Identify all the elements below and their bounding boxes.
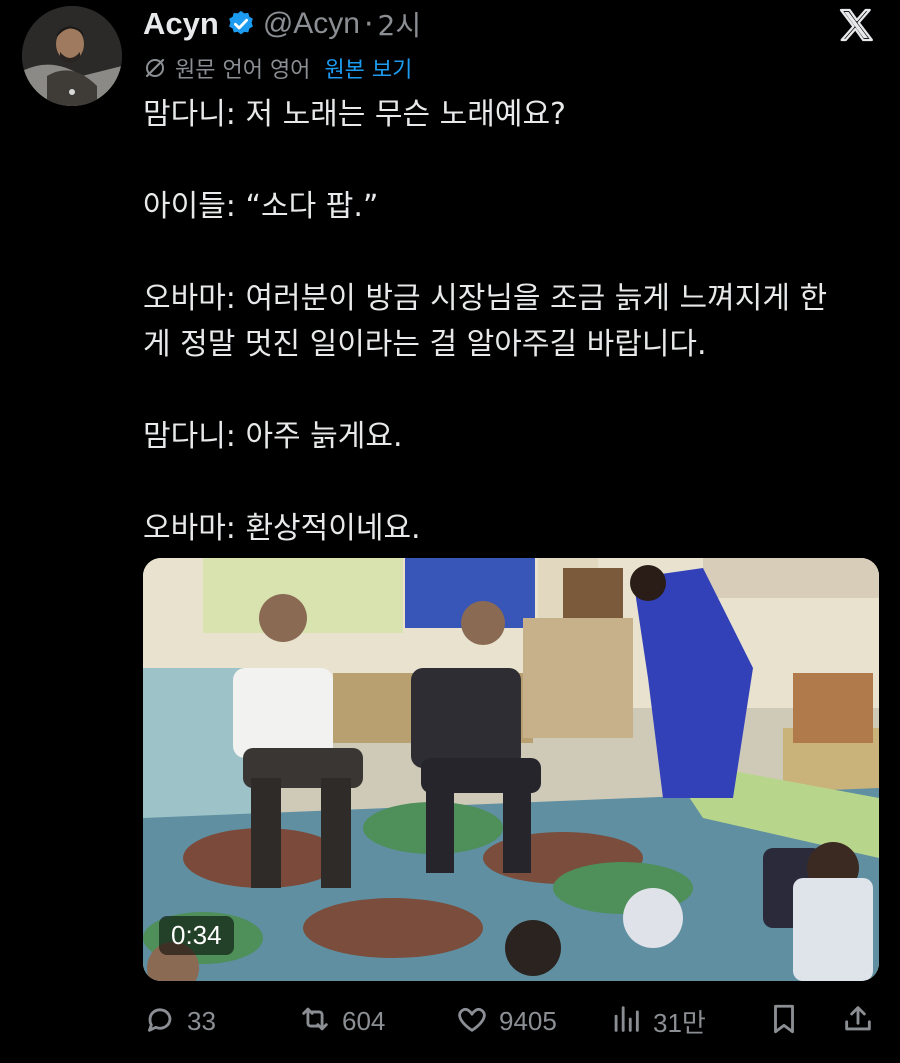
views-button[interactable]: 31만	[609, 998, 706, 1044]
translation-notice: 원문 언어 영어 원본 보기	[143, 50, 412, 86]
header-separator: ·	[363, 6, 374, 42]
tweet-line: 오바마: 환상적이네요.	[143, 511, 421, 546]
repost-arrows-icon	[298, 1002, 332, 1040]
tweet-line: 아이들: “소다 팝.”	[143, 189, 379, 224]
globe-slash-icon	[143, 56, 167, 80]
tweet-line: 게 정말 멋진 일이라는 걸 알아주길 바랍니다.	[143, 327, 707, 362]
bar-chart-icon	[609, 1002, 643, 1040]
reply-count: 33	[187, 1005, 216, 1036]
speech-bubble-icon	[143, 1002, 177, 1040]
share-upload-icon	[841, 1002, 875, 1040]
reply-button[interactable]: 33	[143, 998, 216, 1044]
tweet-line: 맘다니: 아주 늙게요.	[143, 419, 403, 454]
video-duration: 0:34	[159, 916, 234, 955]
view-count: 31만	[653, 1007, 706, 1038]
tweet-line: 오바마: 여러분이 방금 시장님을 조금 늙게 느껴지게 한	[143, 281, 828, 316]
author-name[interactable]: Acyn	[143, 6, 219, 42]
bookmark-button[interactable]	[767, 998, 801, 1044]
tweet-text: 맘다니: 저 노래는 무슨 노래예요? 아이들: “소다 팝.” 오바마: 여러…	[143, 92, 883, 552]
action-bar: 33 604 9405 31만	[143, 998, 879, 1044]
tweet-view: Acyn @Acyn · 2시 원문 언어 영어 원본 보기 맘다니: 저 노래…	[0, 0, 900, 1063]
heart-icon	[455, 1002, 489, 1040]
like-count: 9405	[499, 1005, 557, 1036]
tweet-line: 맘다니: 저 노래는 무슨 노래예요?	[143, 97, 566, 132]
avatar[interactable]	[22, 6, 122, 106]
verified-badge-icon	[226, 9, 256, 39]
tweet-header: Acyn @Acyn · 2시	[143, 2, 421, 46]
show-original-link[interactable]: 원본 보기	[324, 52, 412, 84]
x-logo-icon[interactable]	[836, 5, 876, 45]
like-button[interactable]: 9405	[455, 998, 557, 1044]
author-handle[interactable]: @Acyn	[263, 7, 360, 41]
video-frame	[143, 558, 879, 981]
post-time[interactable]: 2시	[378, 4, 422, 44]
bookmark-icon	[767, 1002, 801, 1040]
video-player[interactable]: 0:34	[143, 558, 879, 981]
share-button[interactable]	[841, 998, 875, 1044]
repost-button[interactable]: 604	[298, 998, 385, 1044]
translation-label: 원문 언어 영어	[175, 58, 311, 83]
repost-count: 604	[342, 1005, 386, 1036]
